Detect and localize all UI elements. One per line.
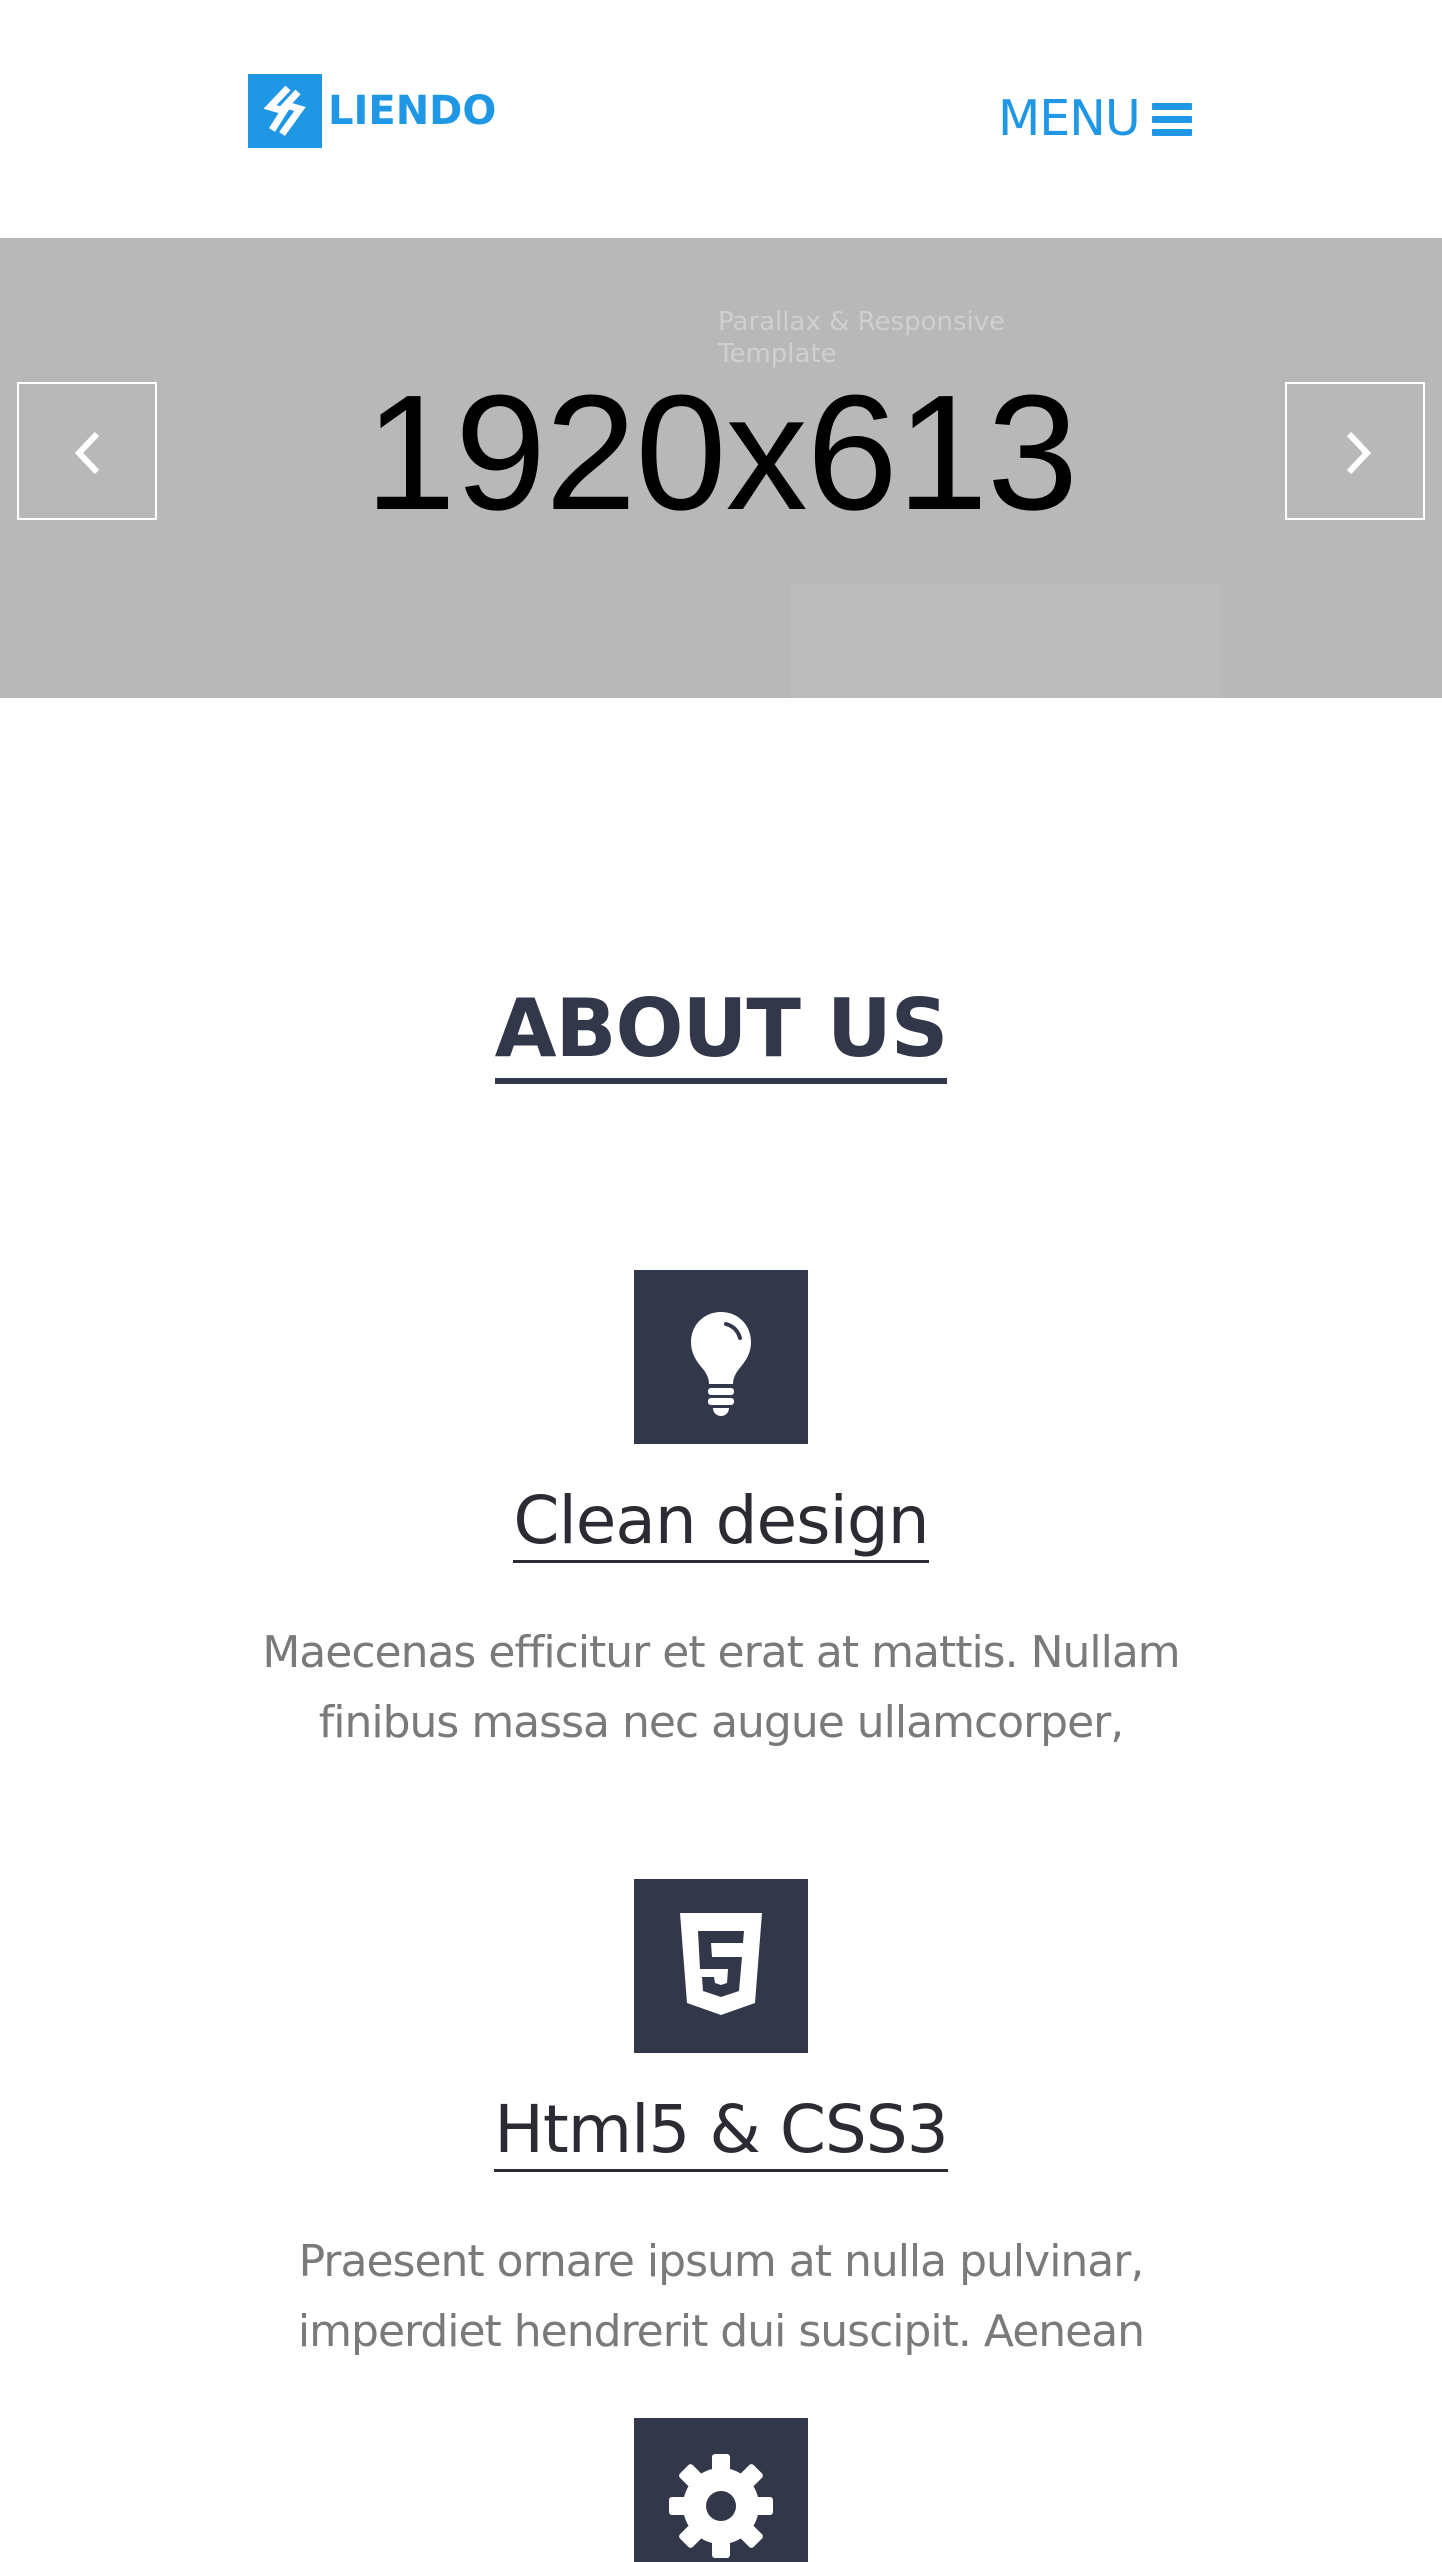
gear-icon	[634, 2418, 808, 2562]
feature-title: Clean design	[513, 1482, 930, 1563]
hamburger-icon	[1151, 102, 1192, 136]
chevron-right-icon	[1346, 431, 1372, 475]
menu-button[interactable]: MENU	[998, 90, 1192, 147]
slider-prev-button[interactable]	[17, 382, 157, 520]
logo-mark-icon	[248, 74, 322, 148]
slider-next-button[interactable]	[1285, 382, 1425, 520]
lightbulb-icon	[634, 1270, 808, 1444]
feature-text: Praesent ornare ipsum at nulla pulvinar,…	[297, 2236, 1145, 2357]
menu-label: MENU	[998, 90, 1141, 147]
logo[interactable]: LIENDO	[248, 74, 496, 148]
hero-slider: Parallax & Responsive Template 1920x613	[0, 238, 1442, 698]
feature-title: Html5 & CSS3	[494, 2091, 949, 2172]
site-header: LIENDO MENU	[0, 0, 1442, 238]
about-title: ABOUT US	[494, 982, 948, 1084]
feature-text: Maecenas efficitur et erat at mattis. Nu…	[262, 1627, 1180, 1748]
logo-text: LIENDO	[328, 88, 497, 134]
feature-title-wrap: Html5 & CSS3	[0, 2091, 1442, 2172]
about-heading-wrap: ABOUT US	[0, 982, 1442, 1084]
hero-placeholder-text: 1920x613	[364, 361, 1078, 544]
page: LIENDO MENU Parallax & Responsive Templa…	[0, 0, 1442, 2562]
chevron-left-icon	[74, 431, 100, 475]
hero-caption-box	[790, 584, 1220, 698]
feature-title-wrap: Clean design	[0, 1482, 1442, 1563]
html5-icon	[634, 1879, 808, 2053]
